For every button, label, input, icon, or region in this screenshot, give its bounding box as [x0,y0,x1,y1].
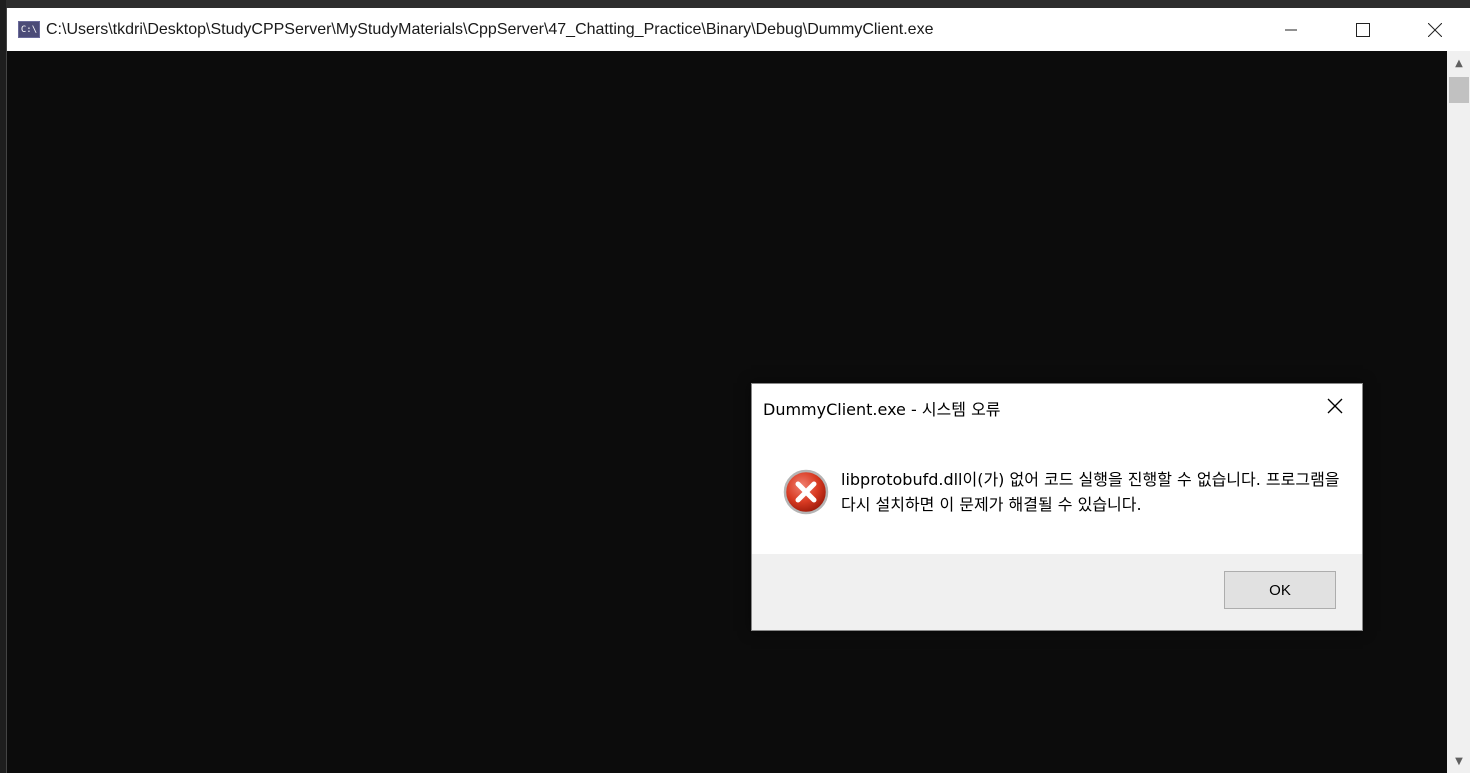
error-message: libprotobufd.dll이(가) 없어 코드 실행을 진행할 수 없습니… [841,470,1340,514]
dialog-close-button[interactable] [1318,392,1352,420]
console-app-icon: C:\ [18,21,40,38]
ok-button[interactable]: OK [1224,571,1336,609]
maximize-button[interactable] [1327,8,1399,51]
dialog-title: DummyClient.exe - 시스템 오류 [763,400,1001,419]
window-title: C:\Users\tkdri\Desktop\StudyCPPServer\My… [46,20,934,38]
console-titlebar[interactable]: C:\ C:\Users\tkdri\Desktop\StudyCPPServe… [7,8,1470,51]
close-icon [1428,22,1442,37]
dialog-button-area: OK [752,554,1362,630]
minimize-button[interactable] [1255,8,1327,51]
window-controls [1255,8,1470,51]
vertical-scrollbar[interactable]: ▲ ▼ [1447,51,1470,773]
maximize-icon [1356,22,1370,37]
system-error-dialog: DummyClient.exe - 시스템 오류 libprotobufd.dl… [751,383,1363,631]
close-icon [1327,398,1343,414]
close-button[interactable] [1399,8,1470,51]
scroll-thumb[interactable] [1449,77,1469,103]
error-icon [783,469,829,515]
background-ide-toolbar [0,0,1470,8]
scroll-up-arrow-icon[interactable]: ▲ [1447,53,1470,73]
scroll-down-arrow-icon[interactable]: ▼ [1447,751,1470,771]
minimize-icon [1285,29,1297,30]
